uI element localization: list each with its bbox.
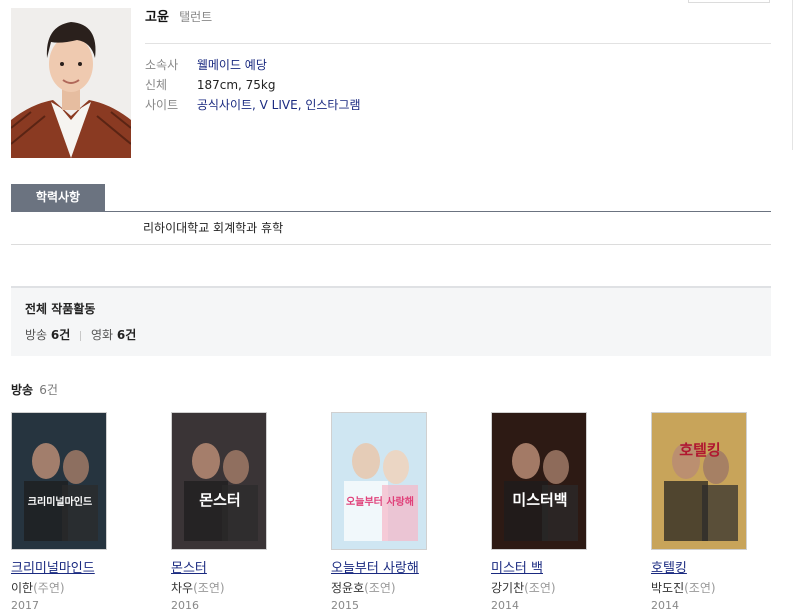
work-card[interactable]: 미스터백미스터 백강기찬(조연) 2014 <box>491 412 621 612</box>
work-card[interactable]: 오늘부터 사랑해 오늘부터 사랑해 정윤호(조연) 2015 <box>331 412 461 612</box>
work-title-link[interactable]: 몬스터 <box>171 557 301 576</box>
work-card[interactable]: 크리미널마인드 크리미널마인드 이한(주연) 2017 <box>11 412 141 612</box>
poster-title: 미스터백 <box>512 491 567 509</box>
work-role-name: 강기찬 <box>491 581 525 595</box>
work-role-type: (주연) <box>33 581 65 595</box>
work-role: 이한(주연) <box>11 579 141 596</box>
work-role: 차우(조연) <box>171 579 301 596</box>
broadcast-section-title: 방송 6건 <box>11 381 58 398</box>
count-separator <box>80 330 82 341</box>
work-role-type: (조연) <box>684 581 716 595</box>
work-year: 2016 <box>171 599 199 612</box>
profile-name-row: 고윤 탤런트 <box>145 6 212 25</box>
work-poster[interactable]: 호텔킹 <box>651 412 747 550</box>
work-title-link[interactable]: 미스터 백 <box>491 557 621 576</box>
work-poster[interactable]: 오늘부터 사랑해 <box>331 412 427 550</box>
works-summary-box: 전체 작품활동 방송 6건 영화 6건 <box>11 286 771 356</box>
work-poster[interactable]: 미스터백 <box>491 412 587 550</box>
broadcast-section-count: 6건 <box>39 383 58 397</box>
work-role-name: 이한 <box>11 581 34 595</box>
work-title-link[interactable]: 크리미널마인드 <box>11 557 141 576</box>
work-role-type: (조연) <box>524 581 556 595</box>
work-role-type: (조연) <box>193 581 225 595</box>
movie-label: 영화 <box>90 328 114 342</box>
work-role: 강기찬(조연) <box>491 579 621 596</box>
work-year: 2017 <box>11 599 39 612</box>
work-year: 2014 <box>491 599 519 612</box>
right-divider <box>792 0 793 150</box>
education-entry: 리하이대학교 회계학과 휴학 <box>143 221 284 235</box>
broadcast-count: 6건 <box>50 328 71 342</box>
profile-job: 탤런트 <box>179 10 213 24</box>
works-summary-title: 전체 작품활동 <box>25 302 96 316</box>
poster-title: 크리미널마인드 <box>28 495 92 508</box>
profile-divider <box>145 43 771 44</box>
profile-name: 고윤 <box>145 10 169 25</box>
work-title-link[interactable]: 오늘부터 사랑해 <box>331 557 461 576</box>
poster-title: 몬스터 <box>199 491 240 509</box>
work-role-name: 박도진 <box>651 581 685 595</box>
poster-title: 오늘부터 사랑해 <box>346 495 414 508</box>
broadcast-section-label: 방송 <box>11 383 34 397</box>
body-label: 신체 <box>145 78 168 92</box>
work-poster[interactable]: 몬스터 <box>171 412 267 550</box>
work-title-link[interactable]: 호텔킹 <box>651 557 781 576</box>
work-poster[interactable]: 크리미널마인드 <box>11 412 107 550</box>
work-role-name: 차우 <box>171 581 194 595</box>
top-right-button[interactable] <box>688 0 770 3</box>
work-role: 정윤호(조연) <box>331 579 461 596</box>
site-links[interactable]: 공식사이트, V LIVE, 인스타그램 <box>197 98 361 112</box>
work-year: 2014 <box>651 599 679 612</box>
work-year: 2015 <box>331 599 359 612</box>
site-row: 사이트 공식사이트, V LIVE, 인스타그램 <box>145 96 361 113</box>
body-row: 신체 187cm, 75kg <box>145 76 275 93</box>
agency-link[interactable]: 웰메이드 예당 <box>197 58 267 72</box>
work-card[interactable]: 호텔킹 호텔킹 박도진(조연) 2014 <box>651 412 781 612</box>
work-card[interactable]: 몬스터 몬스터 차우(조연) 2016 <box>171 412 301 612</box>
education-divider <box>11 211 771 212</box>
movie-count: 6건 <box>116 328 137 342</box>
agency-label: 소속사 <box>145 58 179 72</box>
profile-photo <box>11 8 131 158</box>
work-role-name: 정윤호 <box>331 581 365 595</box>
body-value: 187cm, 75kg <box>196 78 276 92</box>
site-label: 사이트 <box>145 98 179 112</box>
broadcast-label: 방송 <box>25 328 48 342</box>
works-summary-counts: 방송 6건 영화 6건 <box>25 326 136 343</box>
education-bottom-divider <box>11 244 771 245</box>
work-role: 박도진(조연) <box>651 579 781 596</box>
poster-title: 호텔킹 <box>679 441 720 459</box>
work-role-type: (조연) <box>364 581 396 595</box>
agency-row: 소속사 웰메이드 예당 <box>145 56 267 73</box>
education-tab: 학력사항 <box>11 184 105 211</box>
